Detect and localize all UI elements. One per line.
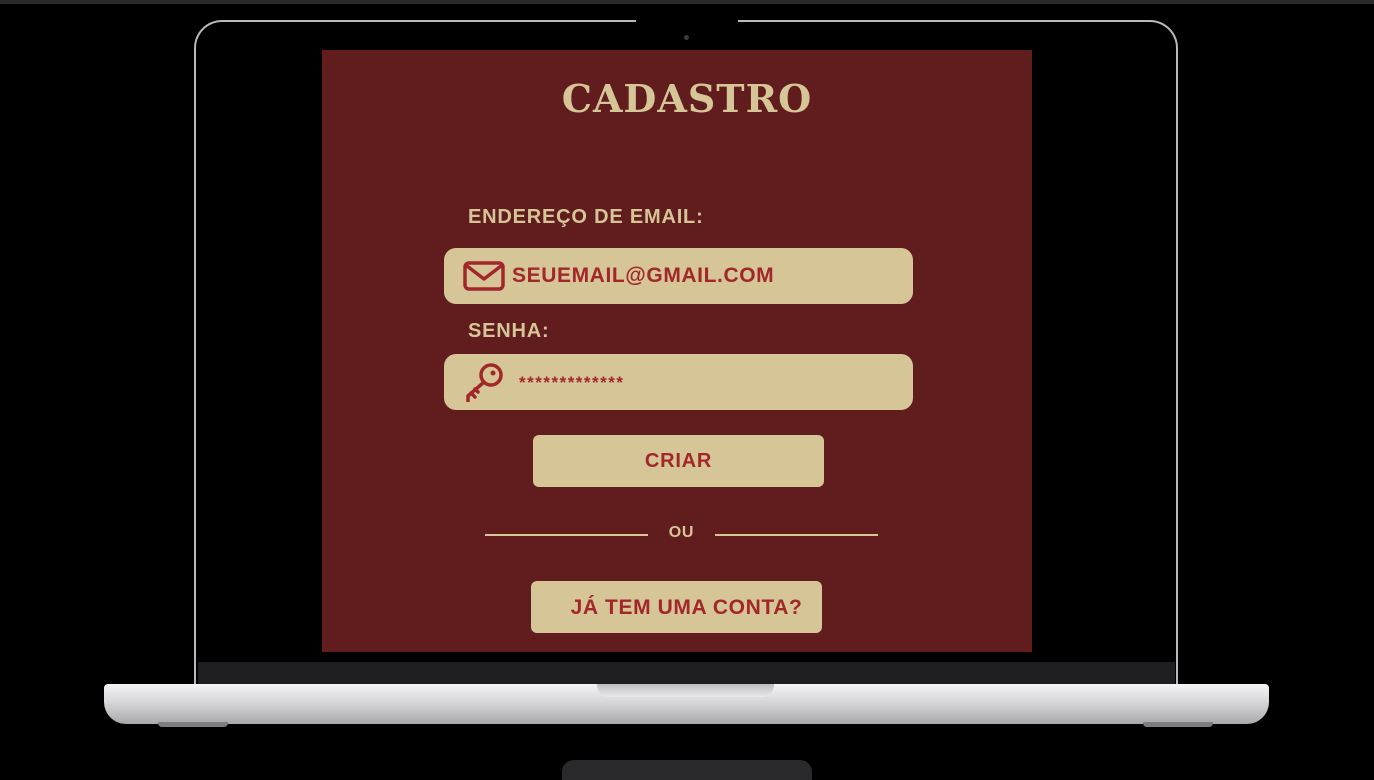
camera-icon bbox=[684, 35, 689, 40]
email-field[interactable]: SEUEMAIL@GMAIL.COM bbox=[444, 248, 913, 304]
divider-line-right bbox=[715, 534, 878, 536]
device-stand bbox=[562, 760, 812, 780]
email-label: ENDEREÇO DE EMAIL: bbox=[468, 206, 704, 228]
email-value: SEUEMAIL@GMAIL.COM bbox=[512, 264, 775, 287]
screen-bezel-bottom bbox=[198, 662, 1175, 686]
divider-line-left bbox=[485, 534, 648, 536]
mail-icon bbox=[462, 256, 506, 296]
divider-or: OU bbox=[668, 524, 695, 541]
laptop-foot-right bbox=[1143, 722, 1213, 727]
password-label: SENHA: bbox=[468, 320, 550, 342]
password-value: ************* bbox=[519, 373, 625, 392]
key-icon bbox=[462, 362, 506, 402]
laptop-opening-notch bbox=[597, 684, 774, 697]
signup-screen bbox=[322, 50, 1032, 652]
top-strip bbox=[0, 0, 1374, 4]
laptop-foot-left bbox=[158, 722, 228, 727]
create-account-button[interactable]: CRIAR bbox=[533, 435, 824, 487]
page-title: CADASTRO bbox=[561, 76, 813, 121]
password-field[interactable]: ************* bbox=[444, 354, 913, 410]
existing-account-button[interactable]: JÁ TEM UMA CONTA? bbox=[531, 581, 822, 633]
